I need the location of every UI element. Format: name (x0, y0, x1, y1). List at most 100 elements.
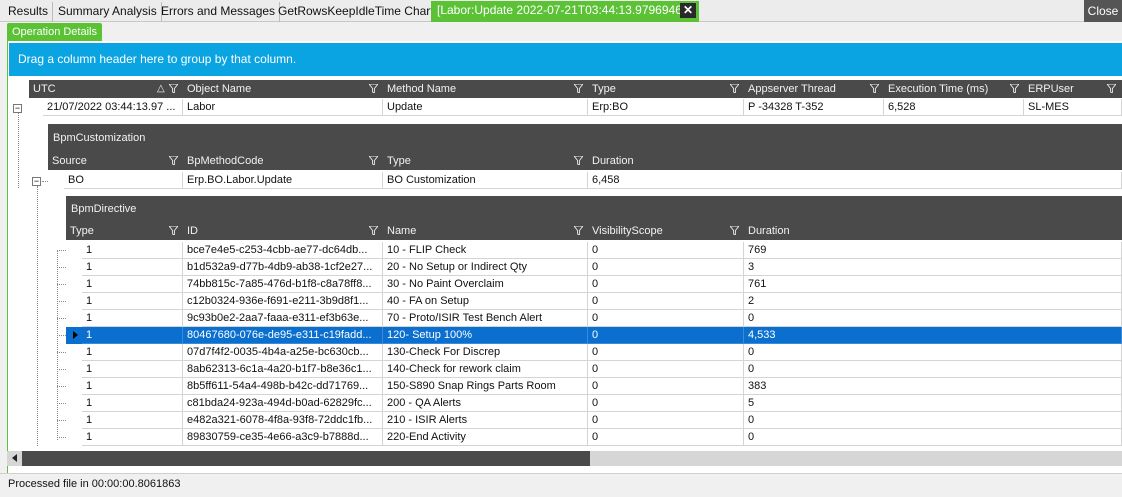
filter-icon[interactable] (369, 156, 378, 165)
close-button[interactable]: Close (1084, 0, 1122, 22)
cell-duration: 383 (744, 378, 1122, 395)
table-row[interactable]: 1 c12b0324-936e-f691-e211-3b9d8f1... 40 - … (66, 293, 1122, 310)
tree-line (18, 113, 19, 188)
column-label: Duration (592, 155, 634, 167)
column-label: Type (592, 83, 616, 95)
filter-icon[interactable] (574, 156, 583, 165)
tree-line (57, 250, 66, 251)
table-row[interactable]: BO Erp.BO.Labor.Update BO Customization … (48, 172, 1122, 189)
sort-ascending-icon[interactable]: △ (157, 80, 165, 98)
tree-line (57, 284, 66, 285)
filter-icon[interactable] (870, 84, 879, 93)
filter-icon[interactable] (169, 84, 178, 93)
filter-icon[interactable] (574, 226, 583, 235)
column-label: Object Name (187, 83, 252, 95)
tree-line (57, 335, 66, 336)
filter-icon[interactable] (369, 84, 378, 93)
cell-name: 220-End Activity (383, 429, 588, 446)
tab-errors-and-messages[interactable]: Errors and Messages (157, 2, 281, 22)
cell-visibilityscope: 0 (588, 429, 744, 446)
table-row[interactable]: 1 80467680-076e-de95-e311-c19fadd... 120- … (66, 327, 1122, 344)
table-row[interactable]: 21/07/2022 03:44:13.97 ... Labor Update … (29, 99, 1122, 116)
tree-line (57, 403, 66, 404)
tree-line (57, 420, 66, 421)
table-row[interactable]: 1 e482a321-6078-4f8a-93f8-72ddc1fb... 210 … (66, 412, 1122, 429)
cell-bpmethodcode: Erp.BO.Labor.Update (183, 172, 383, 189)
cell-duration: 0 (744, 344, 1122, 361)
tree-line (57, 318, 66, 319)
column-header-execution-time[interactable]: Execution Time (ms) (884, 80, 1024, 98)
band-title-bpmcustomization: BpmCustomization (48, 124, 1122, 152)
column-header-object-name[interactable]: Object Name (183, 80, 383, 98)
cell-visibilityscope: 0 (588, 395, 744, 412)
collapse-icon[interactable]: − (13, 104, 22, 113)
column-header-source[interactable]: Source (48, 152, 183, 170)
cell-visibilityscope: 0 (588, 276, 744, 293)
tab-results[interactable]: Results (4, 2, 54, 22)
filter-icon[interactable] (169, 226, 178, 235)
cell-name: 200 - QA Alerts (383, 395, 588, 412)
filter-icon[interactable] (1010, 84, 1019, 93)
column-header-method-name[interactable]: Method Name (383, 80, 588, 98)
table-row[interactable]: 1 b1d532a9-d77b-4db9-ab38-1cf2e27... 20 - … (66, 259, 1122, 276)
filter-icon[interactable] (1107, 84, 1116, 93)
tree-line (57, 352, 66, 353)
table-row[interactable]: 1 8b5ff611-54a4-498b-b42c-dd71769... 150-S… (66, 378, 1122, 395)
cell-source: BO (64, 172, 183, 189)
column-header-name[interactable]: Name (383, 222, 588, 240)
filter-icon[interactable] (169, 156, 178, 165)
cell-visibilityscope: 0 (588, 344, 744, 361)
cell-name: 10 - FLIP Check (383, 242, 588, 259)
collapse-icon[interactable]: − (32, 177, 41, 186)
bpmcustomization-header: Source BpMethodCode Type Duration (48, 152, 1122, 170)
filter-icon[interactable] (369, 226, 378, 235)
tab-summary-analysis[interactable]: Summary Analysis (54, 2, 162, 22)
column-label: Type (70, 225, 94, 237)
column-header-type[interactable]: Type (383, 152, 588, 170)
cell-visibilityscope: 0 (588, 293, 744, 310)
cell-name: 70 - Proto/ISIR Test Bench Alert (383, 310, 588, 327)
filter-icon[interactable] (730, 84, 739, 93)
column-header-id[interactable]: ID (183, 222, 383, 240)
tab-getrowskeepidletime-chart[interactable]: GetRowsKeepIdleTime Chart (274, 2, 439, 22)
column-header-duration[interactable]: Duration (588, 152, 1122, 170)
column-header-type[interactable]: Type (66, 222, 183, 240)
group-by-area[interactable]: Drag a column header here to group by th… (9, 43, 1122, 76)
cell-duration: 3 (744, 259, 1122, 276)
column-header-visibilityscope[interactable]: VisibilityScope (588, 222, 744, 240)
tab-operation-details[interactable]: Operation Details (7, 23, 102, 41)
scroll-left-icon[interactable] (12, 454, 17, 462)
table-row[interactable]: 1 07d7f4f2-0035-4b4a-a25e-bc630cb... 130-C… (66, 344, 1122, 361)
filter-icon[interactable] (730, 226, 739, 235)
table-row[interactable]: 1 bce7e4e5-c253-4cbb-ae77-dc64db... 10 - F… (66, 242, 1122, 259)
column-label: ID (187, 225, 198, 237)
cell-name: 40 - FA on Setup (383, 293, 588, 310)
cell-duration: 0 (744, 361, 1122, 378)
main-grid-header: UTC Object Name Method Name Type Appserv… (29, 80, 1122, 98)
cell-type: 1 (82, 327, 183, 344)
tab-labor-update[interactable]: [Labor:Update 2022-07-21T03:44:13.979694… (431, 1, 699, 22)
column-header-appserver-thread[interactable]: Appserver Thread (744, 80, 884, 98)
tree-line (37, 186, 38, 446)
cell-type: 1 (82, 310, 183, 327)
table-row[interactable]: 1 c81bda24-923a-494d-b0ad-62829fc... 200 -… (66, 395, 1122, 412)
cell-name: 30 - No Paint Overclaim (383, 276, 588, 293)
scrollbar-thumb[interactable] (22, 451, 590, 466)
column-header-type[interactable]: Type (588, 80, 744, 98)
column-header-duration[interactable]: Duration (744, 222, 1122, 240)
column-label: Type (387, 155, 411, 167)
filter-icon[interactable] (574, 84, 583, 93)
column-label: BpMethodCode (187, 155, 264, 167)
column-header-bpmethodcode[interactable]: BpMethodCode (183, 152, 383, 170)
table-row[interactable]: 1 89830759-ce35-4e66-a3c9-b7888d... 220-En… (66, 429, 1122, 446)
table-row[interactable]: 1 8ab62313-6c1a-4a20-b1f7-b8e36c1... 140-C… (66, 361, 1122, 378)
cell-duration: 0 (744, 429, 1122, 446)
close-tab-icon[interactable]: ✕ (680, 3, 696, 18)
tree-line (57, 386, 66, 387)
cell-id: 8b5ff611-54a4-498b-b42c-dd71769... (183, 378, 383, 395)
cell-type: 1 (82, 412, 183, 429)
cell-duration: 0 (744, 412, 1122, 429)
table-row[interactable]: 1 74bb815c-7a85-476d-b1f8-c8a78ff8... 30 -… (66, 276, 1122, 293)
table-row[interactable]: 1 9c93b0e2-2aa7-faaa-e311-ef3b63e... 70 - … (66, 310, 1122, 327)
cell-duration: 761 (744, 276, 1122, 293)
